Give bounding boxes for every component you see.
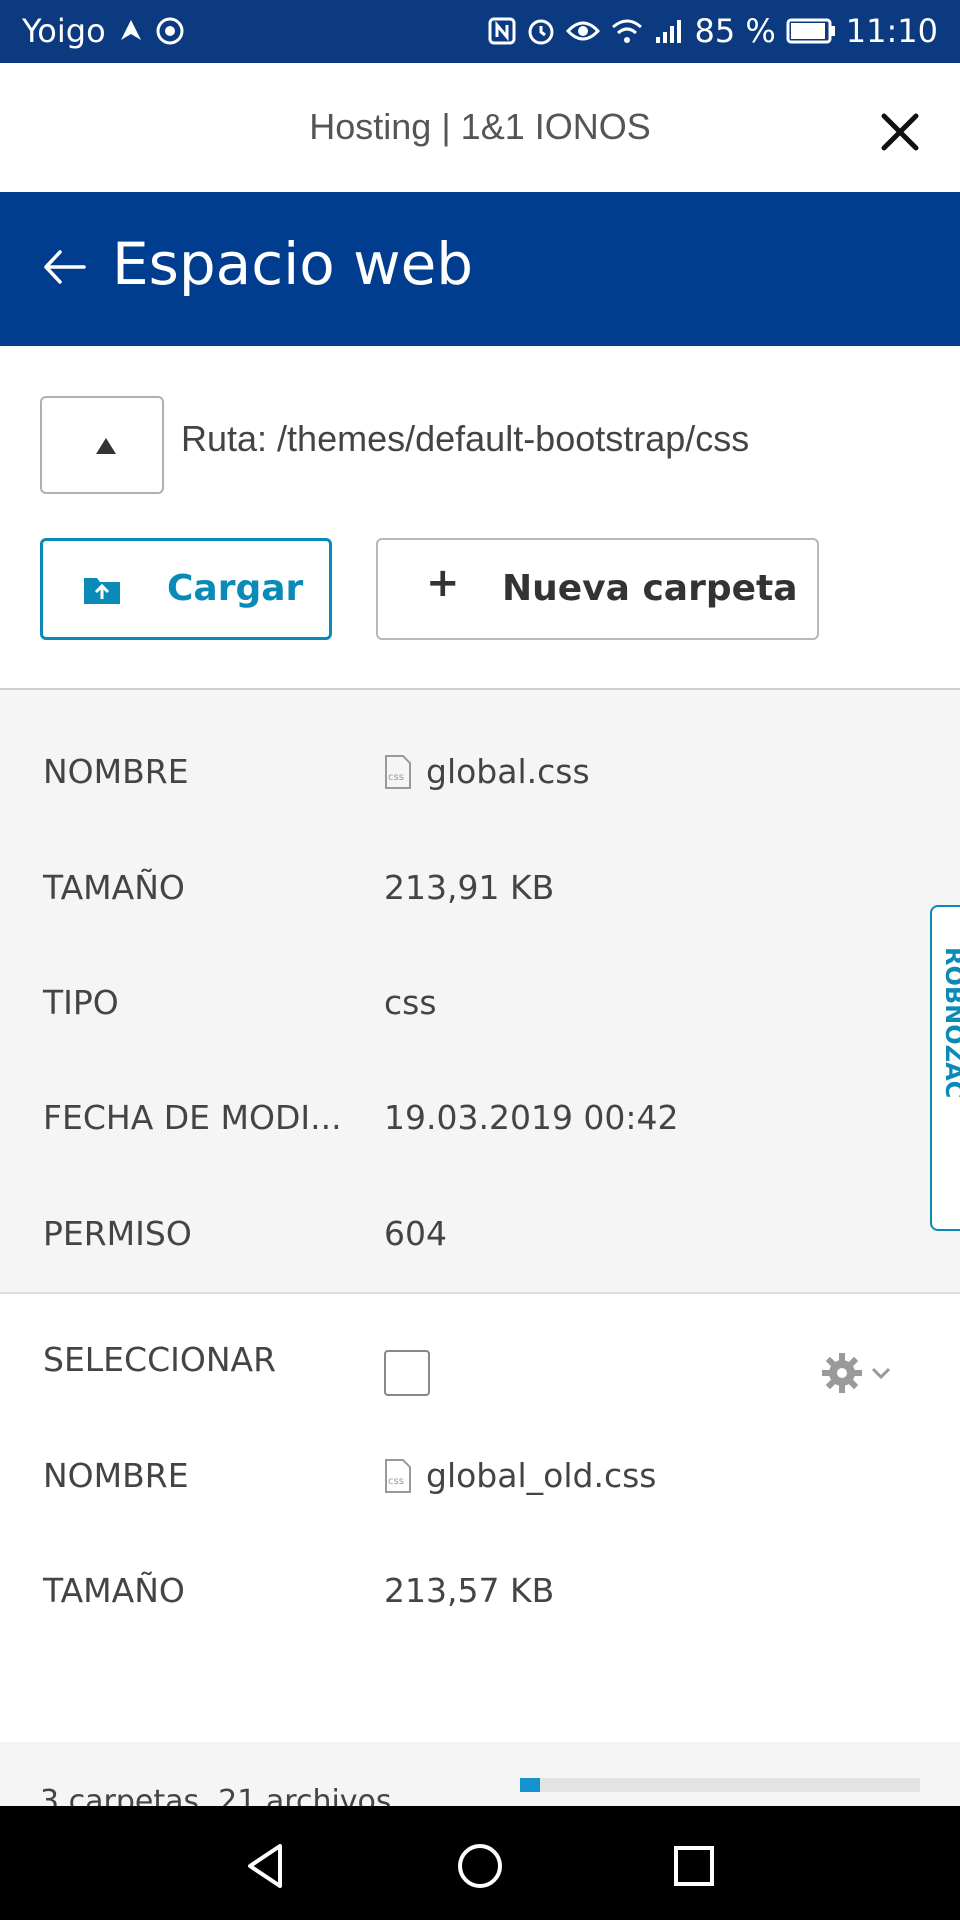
- status-bar: Yoigo 85 % 11:10: [0, 0, 960, 63]
- back-button[interactable]: [40, 242, 90, 292]
- close-button[interactable]: [876, 108, 924, 156]
- type-value: css: [384, 983, 437, 1022]
- square-recents-icon: [674, 1846, 714, 1886]
- size-row: TAMAÑO 213,91 KB: [0, 868, 960, 928]
- page-header: Espacio web: [0, 192, 960, 346]
- battery-icon: [786, 17, 836, 45]
- new-folder-button[interactable]: + Nueva carpeta: [376, 538, 819, 640]
- nav-home-button[interactable]: [450, 1836, 510, 1896]
- path-label: Ruta: /themes/default-bootstrap/css: [181, 418, 750, 459]
- type-key: TIPO: [43, 983, 119, 1022]
- css-file-icon: css: [385, 1458, 411, 1493]
- file-card-selected[interactable]: NOMBRE css global.css TAMAÑO 213,91 KB T…: [0, 690, 960, 1294]
- chrome-icon: [156, 17, 184, 45]
- size-row-2: TAMAÑO 213,57 KB: [0, 1571, 960, 1631]
- file-name[interactable]: global.css: [426, 752, 590, 791]
- clock: 11:10: [845, 12, 938, 50]
- name-row-2: NOMBRE css global_old.css: [0, 1456, 960, 1516]
- date-value: 19.03.2019 00:42: [384, 1098, 679, 1137]
- arrow-left-icon: [44, 250, 86, 284]
- close-icon: [881, 113, 919, 151]
- parent-folder-button[interactable]: [40, 396, 164, 494]
- nav-back-button[interactable]: [236, 1836, 296, 1896]
- file-name-2[interactable]: global_old.css: [426, 1456, 656, 1495]
- name-key-2: NOMBRE: [43, 1456, 189, 1495]
- nav-recents-button[interactable]: [664, 1836, 724, 1896]
- name-key: NOMBRE: [43, 752, 189, 791]
- date-key: FECHA DE MODI...: [43, 1098, 342, 1137]
- footer-summary: 3 carpetas, 21 archivos: [0, 1742, 960, 1806]
- page-title: Espacio web: [112, 230, 474, 298]
- permission-key: PERMISO: [43, 1214, 192, 1253]
- circle-home-icon: [458, 1844, 502, 1888]
- feedback-tab-label: ROBNOZAC: [940, 947, 960, 1099]
- select-row: SELECCIONAR: [0, 1340, 960, 1400]
- nfc-icon: [488, 17, 516, 45]
- type-row: TIPO css: [0, 983, 960, 1043]
- triangle-up-icon: [96, 438, 116, 454]
- file-options-menu[interactable]: [820, 1350, 900, 1396]
- dialog-title: Hosting | 1&1 IONOS: [309, 106, 651, 147]
- upload-button[interactable]: Cargar: [40, 538, 332, 640]
- gear-icon: [822, 1353, 862, 1393]
- scroll-progress-fill: [520, 1778, 540, 1792]
- alarm-icon: [526, 16, 556, 46]
- system-nav-bar: [0, 1806, 960, 1920]
- feedback-side-tab[interactable]: ROBNOZAC: [930, 905, 960, 1231]
- folder-file-count: 3 carpetas, 21 archivos: [40, 1784, 392, 1806]
- carrier-label: Yoigo: [22, 12, 106, 50]
- folder-upload-icon: [84, 578, 120, 604]
- navigation-icon: [118, 18, 144, 44]
- upload-label: Cargar: [167, 568, 304, 609]
- css-file-icon: css: [385, 754, 411, 789]
- chevron-down-icon: [871, 1367, 891, 1380]
- triangle-back-icon: [248, 1844, 282, 1888]
- dialog-header: Hosting | 1&1 IONOS: [0, 72, 960, 192]
- date-row: FECHA DE MODI... 19.03.2019 00:42: [0, 1098, 960, 1158]
- size-key-2: TAMAÑO: [43, 1571, 185, 1610]
- new-folder-label: Nueva carpeta: [502, 568, 798, 609]
- permission-value: 604: [384, 1214, 447, 1253]
- size-key: TAMAÑO: [43, 868, 185, 907]
- svg-text:css: css: [388, 1476, 404, 1487]
- scroll-progress: [520, 1778, 920, 1792]
- size-value-2: 213,57 KB: [384, 1571, 555, 1610]
- size-value: 213,91 KB: [384, 868, 555, 907]
- wifi-icon: [610, 17, 644, 45]
- battery-percent: 85 %: [694, 12, 776, 50]
- signal-icon: [654, 17, 684, 45]
- select-checkbox[interactable]: [384, 1350, 430, 1396]
- permission-row: PERMISO 604: [0, 1214, 960, 1274]
- svg-text:css: css: [388, 772, 404, 783]
- plus-icon: +: [426, 560, 460, 606]
- select-key: SELECCIONAR: [43, 1340, 277, 1379]
- name-row: NOMBRE css global.css: [0, 752, 960, 812]
- eye-icon: [566, 19, 601, 43]
